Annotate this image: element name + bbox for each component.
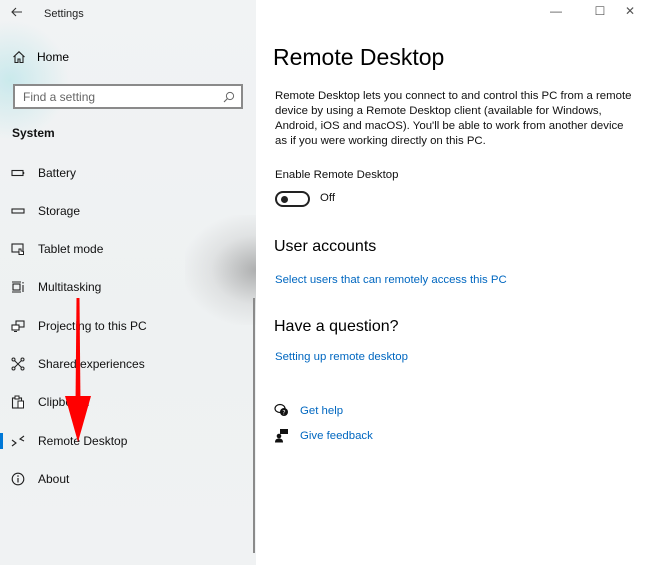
minimize-icon: —	[550, 4, 562, 18]
search-box[interactable]	[13, 84, 243, 109]
close-icon: ✕	[624, 4, 636, 18]
sidebar-item-label: Multitasking	[38, 280, 102, 294]
get-help-label: Get help	[300, 404, 344, 417]
sidebar-item-shared-experiences[interactable]: Shared experiences	[0, 348, 250, 380]
sidebar-item-label: About	[38, 472, 70, 486]
toggle-knob	[281, 196, 288, 203]
enable-remote-desktop-toggle[interactable]	[275, 191, 310, 207]
sidebar-item-about[interactable]: About	[0, 463, 250, 495]
get-help-icon: ?	[274, 403, 288, 416]
sidebar-item-remote-desktop[interactable]: Remote Desktop	[0, 425, 250, 457]
projecting-icon	[11, 320, 25, 332]
back-arrow-icon	[11, 7, 22, 17]
sidebar-item-projecting[interactable]: Projecting to this PC	[0, 310, 250, 342]
enable-remote-desktop-label: Enable Remote Desktop	[275, 169, 399, 181]
remote-desktop-icon	[11, 435, 25, 447]
storage-icon	[11, 208, 25, 214]
minimize-button[interactable]: —	[546, 4, 566, 18]
home-label: Home	[37, 50, 70, 64]
clipboard-icon	[11, 395, 24, 409]
back-button[interactable]	[10, 5, 24, 19]
have-a-question-heading: Have a question?	[274, 318, 399, 335]
sidebar-item-label: Storage	[38, 204, 81, 218]
give-feedback-link[interactable]: Give feedback	[274, 428, 373, 443]
give-feedback-label: Give feedback	[300, 429, 373, 442]
selection-indicator	[0, 433, 3, 449]
tablet-mode-icon	[11, 243, 24, 255]
sidebar-item-clipboard[interactable]: Clipboard	[0, 386, 250, 418]
sidebar-item-label: Battery	[38, 166, 77, 180]
sidebar-item-tablet-mode[interactable]: Tablet mode	[0, 233, 250, 265]
sidebar: Settings Home System Battery Storage Tab…	[0, 0, 256, 565]
close-button[interactable]: ✕	[620, 4, 640, 18]
main-content: — ☐ ✕ Remote Desktop Remote Desktop lets…	[256, 0, 648, 565]
give-feedback-icon	[275, 429, 288, 443]
background-glow	[0, 20, 70, 140]
maximize-button[interactable]: ☐	[590, 4, 610, 18]
select-users-link[interactable]: Select users that can remotely access th…	[275, 274, 507, 286]
shared-experiences-icon	[11, 357, 25, 371]
get-help-link[interactable]: ? Get help	[274, 403, 343, 418]
sidebar-item-label: Projecting to this PC	[38, 319, 147, 333]
section-label-system: System	[12, 126, 55, 140]
page-title: Remote Desktop	[273, 44, 445, 70]
sidebar-item-label: Remote Desktop	[38, 434, 128, 448]
sidebar-item-battery[interactable]: Battery	[0, 157, 250, 189]
svg-text:?: ?	[282, 409, 285, 416]
home-icon	[13, 51, 25, 64]
sidebar-item-multitasking[interactable]: Multitasking	[0, 271, 250, 303]
toggle-state-text: Off	[320, 192, 335, 204]
sidebar-item-label: Shared experiences	[38, 357, 145, 371]
page-description: Remote Desktop lets you connect to and c…	[275, 90, 632, 147]
sidebar-home[interactable]: Home	[12, 50, 69, 64]
sidebar-scrollbar[interactable]	[253, 298, 255, 553]
background-shadow	[185, 215, 256, 325]
info-icon	[11, 472, 25, 486]
app-title: Settings	[44, 8, 84, 20]
sidebar-item-label: Clipboard	[38, 395, 90, 409]
sidebar-item-storage[interactable]: Storage	[0, 195, 250, 227]
search-input[interactable]	[23, 89, 223, 104]
sidebar-item-label: Tablet mode	[38, 242, 104, 256]
search-icon[interactable]	[223, 91, 235, 103]
battery-icon	[11, 169, 25, 177]
maximize-icon: ☐	[594, 4, 606, 18]
setting-up-remote-desktop-link[interactable]: Setting up remote desktop	[275, 351, 408, 363]
multitasking-icon	[12, 281, 24, 293]
user-accounts-heading: User accounts	[274, 238, 377, 255]
